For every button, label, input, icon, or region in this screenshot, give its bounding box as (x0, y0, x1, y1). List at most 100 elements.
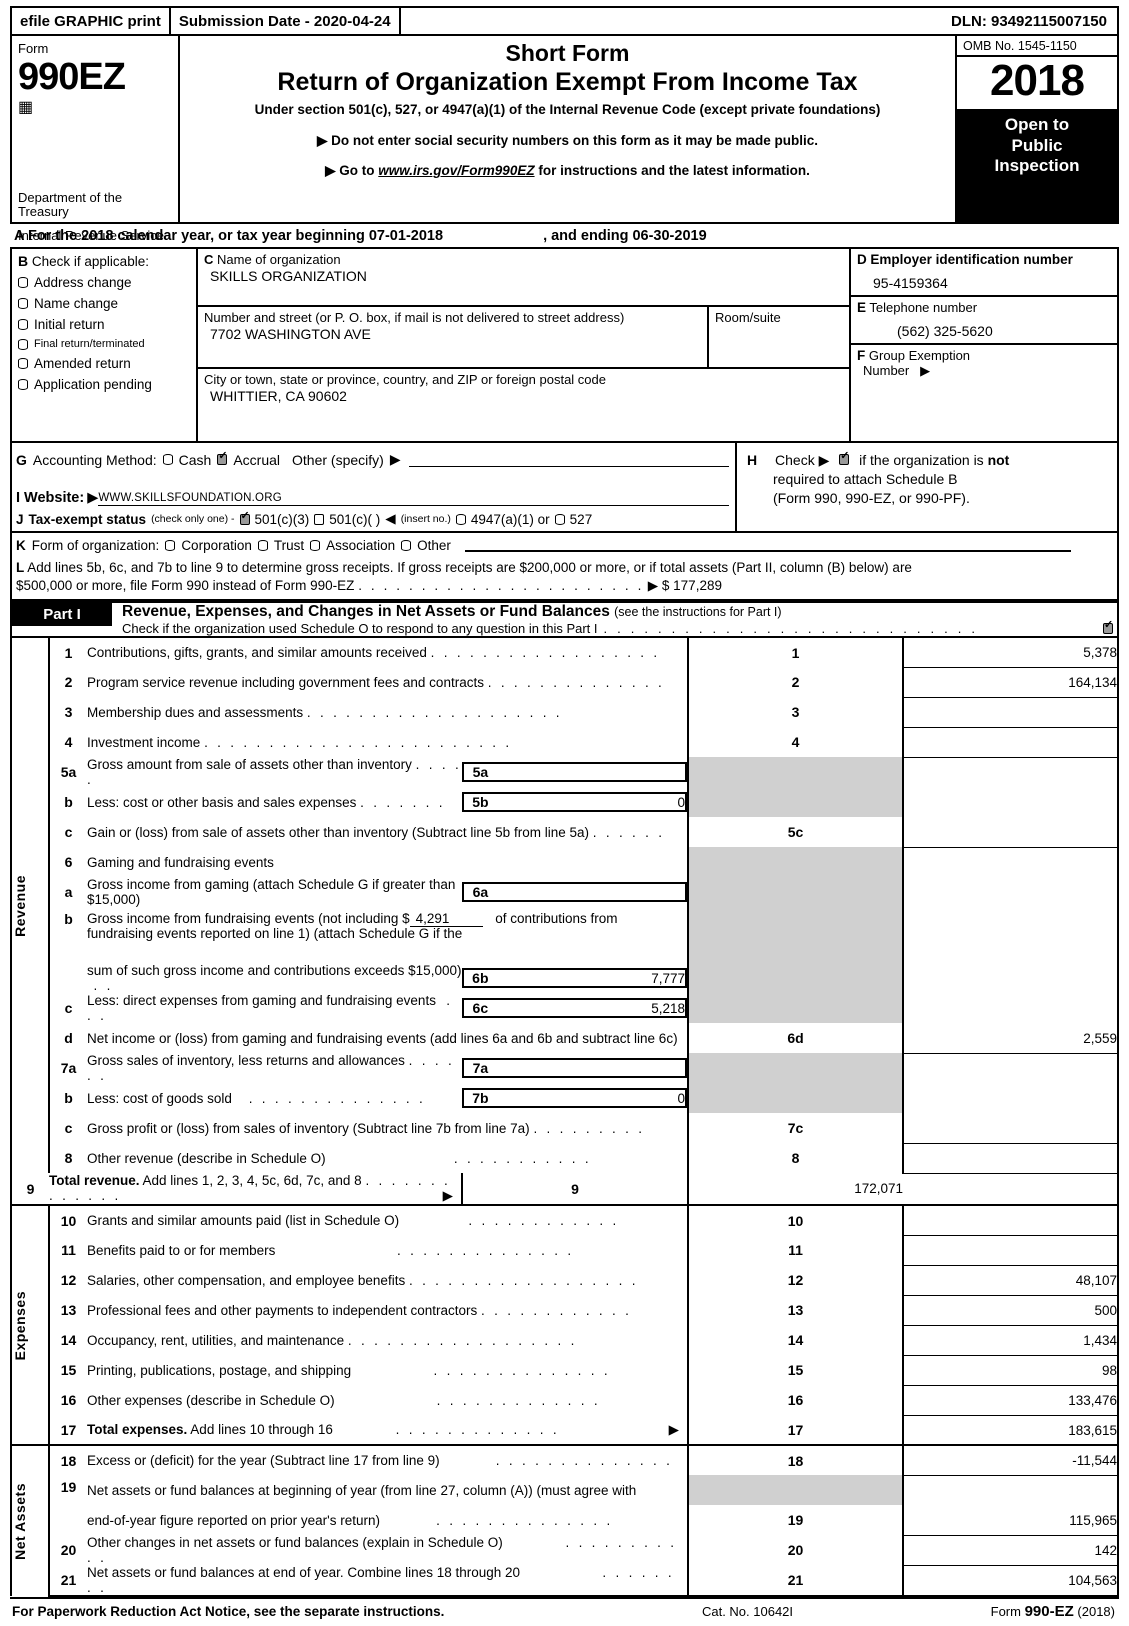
checkbox-icon[interactable] (18, 319, 28, 330)
table-row: c Less: direct expenses from gaming and … (11, 993, 1118, 1024)
line-number: c (64, 1120, 73, 1137)
telephone-cell: E Telephone number (562) 325-5620 (851, 297, 1117, 345)
org-name-value: SKILLS ORGANIZATION (210, 268, 367, 285)
sub-line-ref: 6b (462, 968, 497, 989)
checkbox-4947a1-icon[interactable] (455, 513, 466, 525)
sub-box-cell: 7a (462, 1053, 688, 1083)
net-assets-band-label: Net Assets (11, 1444, 50, 1597)
table-row: 9 Total revenue. Add lines 1, 2, 3, 4, 5… (11, 1173, 1118, 1206)
line-number: 2 (64, 674, 73, 691)
line-ref: 10 (687, 1204, 904, 1236)
line-a-ending: , and ending 06-30-2019 (543, 228, 707, 244)
line-number: 4 (64, 734, 73, 751)
checkbox-schedule-b-icon[interactable] (839, 451, 849, 465)
checkbox-amended-return[interactable]: Amended return (18, 356, 190, 371)
line-description: Membership dues and assessments . . . . … (87, 704, 563, 720)
line-ref-blocked (687, 907, 904, 964)
line-description: Gross income from fundraising events (no… (87, 907, 688, 963)
bullet-arrow-icon: ▶ (316, 133, 328, 149)
section-k-form-of-organization: K Form of organization: Corporation Trus… (16, 538, 1111, 553)
checkbox-initial-return[interactable]: Initial return (18, 317, 190, 332)
checkbox-527-icon[interactable] (554, 513, 565, 525)
checkbox-other-icon[interactable] (401, 540, 412, 551)
line-number: 7a (60, 1060, 77, 1077)
line-number: 10 (49, 1204, 87, 1236)
line-description: Professional fees and other payments to … (87, 1302, 632, 1318)
table-row: 8 Other revenue (describe in Schedule O)… (11, 1143, 1118, 1174)
line-value: 142 (903, 1535, 1118, 1566)
line-ref-blocked (687, 847, 904, 878)
dot-leader: . . . . . . . . . . . . . . . . . . (408, 1272, 639, 1288)
sub-line-ref: 6a (462, 882, 497, 903)
masthead-right: OMB No. 1545-1150 2018 Open to Public In… (957, 36, 1117, 222)
checkbox-icon[interactable] (18, 338, 28, 350)
org-name-cell: C Name of organization SKILLS ORGANIZATI… (198, 249, 849, 307)
dot-leader: . . . . . . (592, 824, 665, 840)
table-row: a Gross income from gaming (attach Sched… (11, 877, 1118, 908)
line-value: 115,965 (903, 1505, 1118, 1536)
line-description: Grants and similar amounts paid (list in… (87, 1204, 688, 1236)
other-specify-input[interactable] (408, 453, 729, 467)
k-other-specify-input[interactable] (464, 539, 1071, 552)
masthead-center: Short Form Return of Organization Exempt… (180, 36, 957, 222)
checkbox-name-change[interactable]: Name change (18, 296, 190, 311)
sub-line-value: 7,777 (496, 968, 688, 989)
omb-number: OMB No. 1545-1150 (957, 36, 1117, 57)
part1-header: Part I Revenue, Expenses, and Changes in… (10, 601, 1119, 637)
line-description: Less: direct expenses from gaming and fu… (87, 993, 453, 1024)
arrow-right-icon: ▶ (442, 1188, 453, 1204)
ein-cell: D Employer identification number 95-4159… (851, 249, 1117, 297)
sub-line-ref: 7b (462, 1088, 497, 1109)
line-number: 21 (49, 1565, 87, 1598)
line-value (903, 1083, 1118, 1113)
checkbox-corporation-icon[interactable] (165, 540, 176, 551)
line-number: 6 (64, 854, 73, 871)
line-value: 2,559 (903, 1023, 1118, 1054)
dot-leader: . . . . . . . . . . . (329, 1150, 592, 1166)
checkbox-icon[interactable] (18, 298, 28, 309)
checkbox-icon[interactable] (18, 277, 28, 288)
checkbox-cash-icon[interactable] (162, 454, 173, 465)
checkbox-final-return-terminated[interactable]: Final return/terminated (18, 338, 190, 350)
line-value: 133,476 (903, 1385, 1118, 1416)
line-ref-blocked (687, 877, 904, 908)
sub-line-value: 5,218 (496, 998, 688, 1019)
checkbox-application-pending[interactable]: Application pending (18, 377, 190, 392)
dot-leader: . . . . . . . . . . . . . . . . . . . . (306, 704, 563, 720)
line-ref: 11 (687, 1235, 904, 1266)
section-g-i-j: G Accounting Method: Cash Accrual Other … (12, 443, 737, 531)
line-description: Net assets or fund balances at end of ye… (87, 1565, 688, 1598)
line-number: 13 (60, 1302, 77, 1319)
checkbox-schedule-o-icon[interactable] (1103, 620, 1113, 635)
arrow-right-icon: ▶ (668, 1421, 679, 1437)
line-description: Salaries, other compensation, and employ… (87, 1272, 639, 1288)
checkbox-icon[interactable] (18, 358, 28, 369)
checkbox-501c-other-icon[interactable] (314, 513, 325, 525)
checkbox-association-icon[interactable] (310, 540, 321, 551)
line-description: Gaming and fundraising events (87, 854, 274, 870)
dot-leader: . . . . . . . . . . . . . . . . . . . . … (358, 578, 644, 594)
checkbox-accrual-icon[interactable] (217, 451, 228, 465)
room-suite-subcell: Room/suite (709, 307, 849, 367)
line-description: Printing, publications, postage, and shi… (87, 1362, 611, 1378)
line-number: c (64, 1000, 73, 1017)
checkbox-trust-icon[interactable] (257, 540, 268, 551)
ein-value: 95-4159364 (873, 275, 948, 291)
line-value (903, 817, 1118, 848)
line-6b-desc-line2: fundraising events reported on line 1) (… (87, 926, 463, 942)
line-a-letter: A (14, 228, 24, 244)
line-description: Occupancy, rent, utilities, and maintena… (87, 1332, 578, 1348)
checkbox-501c3-icon[interactable] (239, 511, 250, 525)
revenue-band-label: Revenue (11, 636, 50, 1174)
sub-line-value: 0 (496, 1088, 688, 1109)
website-value[interactable]: WWW.SKILLSFOUNDATION.ORG (98, 492, 729, 506)
line-value (903, 1143, 1118, 1174)
dot-leader: . . . . . . . . . . . . . . . . . . (347, 1332, 578, 1348)
sub-line-value (496, 762, 688, 783)
checkbox-icon[interactable] (18, 379, 28, 390)
org-identification-block: B Check if applicable: Address change Na… (10, 247, 1119, 443)
fundraising-contributions-amount[interactable]: 4,291 (409, 911, 484, 928)
irs-form990ez-link[interactable]: www.irs.gov/Form990EZ (378, 163, 534, 178)
line-description: Less: cost or other basis and sales expe… (87, 794, 446, 810)
checkbox-address-change[interactable]: Address change (18, 275, 190, 290)
